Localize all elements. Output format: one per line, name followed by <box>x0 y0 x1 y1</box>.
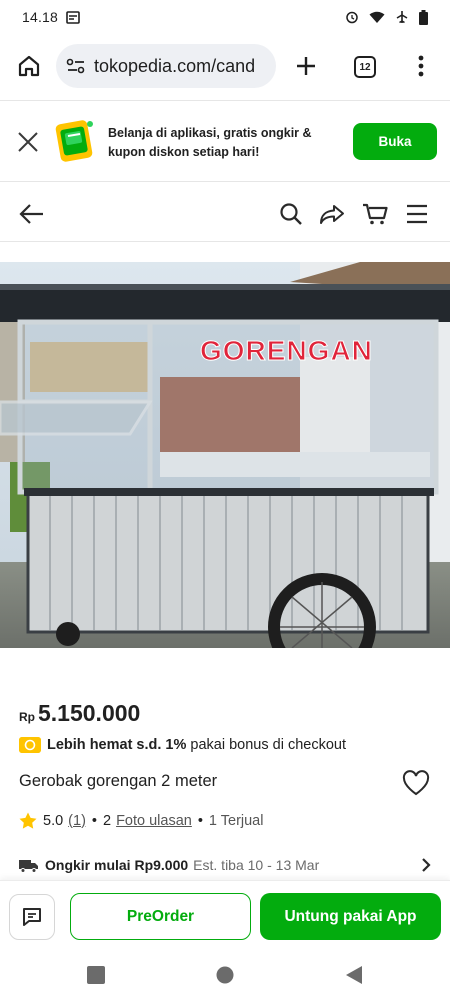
close-icon[interactable] <box>16 130 40 154</box>
chevron-right-icon[interactable] <box>421 857 431 873</box>
home-icon[interactable] <box>17 54 41 78</box>
tab-switcher-icon[interactable]: 12 <box>354 56 376 78</box>
back-nav-icon[interactable] <box>345 965 363 985</box>
share-icon[interactable] <box>319 202 345 226</box>
shipping-price: Ongkir mulai Rp9.000 <box>45 857 189 873</box>
more-vert-icon[interactable] <box>414 54 428 78</box>
browser-toolbar: tokopedia.com/cand 12 <box>0 40 450 92</box>
wifi-icon <box>369 11 385 24</box>
photo-reviews-link[interactable]: Foto ulasan <box>116 813 192 829</box>
notification-icon <box>66 10 80 24</box>
url-text: tokopedia.com/cand <box>94 55 256 76</box>
system-navigation-bar <box>0 950 450 1000</box>
plus-icon[interactable] <box>294 54 318 78</box>
cart-icon[interactable] <box>362 202 388 226</box>
address-bar[interactable]: tokopedia.com/cand <box>56 44 276 88</box>
status-time: 14.18 <box>22 9 59 25</box>
promo-line[interactable]: Lebih hemat s.d. 1% pakai bonus di check… <box>19 737 346 753</box>
gift-app-icon <box>52 114 98 164</box>
tab-count: 12 <box>359 61 371 73</box>
open-app-button[interactable]: Buka <box>353 123 437 160</box>
back-arrow-icon[interactable] <box>19 202 45 226</box>
sold-count: 1 Terjual <box>208 812 264 829</box>
status-bar: 14.18 <box>0 0 450 34</box>
site-settings-icon[interactable] <box>66 58 86 74</box>
image-sign-text: GORENGAN <box>200 335 373 366</box>
rating-value: 5.0 <box>43 812 64 829</box>
price-currency: Rp <box>19 710 35 724</box>
chat-icon <box>21 906 43 928</box>
battery-icon <box>419 9 428 25</box>
promo-bold-text: Lebih hemat s.d. 1% <box>47 737 187 753</box>
search-icon[interactable] <box>279 202 303 226</box>
chat-button[interactable] <box>9 894 55 940</box>
shipping-row[interactable]: Ongkir mulai Rp9.000 Est. tiba 10 - 13 M… <box>19 857 431 873</box>
photo-count: 2 <box>102 812 112 829</box>
banner-message: Belanja di aplikasi, gratis ongkir & kup… <box>108 126 312 159</box>
bottom-action-bar: PreOrder Untung pakai App <box>0 880 450 950</box>
home-nav-icon[interactable] <box>216 966 234 984</box>
product-price: Rp 5.150.000 <box>19 700 140 727</box>
product-title: Gerobak gorengan 2 meter <box>19 772 218 790</box>
divider <box>0 241 450 242</box>
airplane-icon <box>395 10 409 24</box>
open-in-app-button[interactable]: Untung pakai App <box>260 893 441 940</box>
recents-icon[interactable] <box>87 966 105 984</box>
price-value: 5.150.000 <box>38 700 141 726</box>
coin-badge-icon <box>19 737 41 753</box>
rating-row: 5.0 (1) • 2 Foto ulasan • 1 Terjual <box>19 812 263 829</box>
product-nav-bar <box>0 190 450 238</box>
alarm-icon <box>345 10 359 24</box>
separator-dot: • <box>197 812 203 829</box>
heart-icon[interactable] <box>402 770 430 796</box>
menu-icon[interactable] <box>406 204 428 224</box>
shipping-eta: Est. tiba 10 - 13 Mar <box>193 857 320 873</box>
star-icon <box>19 812 37 829</box>
promo-text: pakai bonus di checkout <box>190 737 346 753</box>
divider <box>0 181 450 182</box>
divider <box>0 100 450 101</box>
separator-dot: • <box>91 812 97 829</box>
product-image[interactable]: GORENGAN <box>0 262 450 648</box>
truck-icon <box>19 858 39 873</box>
rating-count-link[interactable]: (1) <box>68 813 86 829</box>
preorder-button[interactable]: PreOrder <box>70 893 251 940</box>
